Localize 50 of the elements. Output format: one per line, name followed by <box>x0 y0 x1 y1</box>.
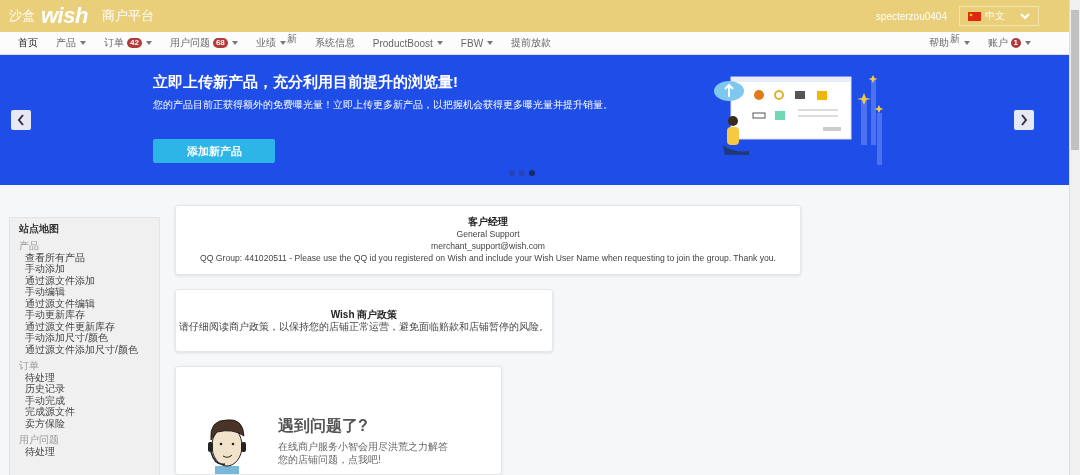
slide-indicator[interactable] <box>509 170 515 176</box>
nav-item[interactable]: 订单 42 <box>104 36 152 50</box>
sitemap-heading: 用户问题 <box>19 434 60 446</box>
help-text: 在线商户服务小智会用尽洪荒之力解答您的店铺问题，点我吧! <box>278 440 449 466</box>
sitemap-link[interactable]: 通过源文件更新库存 <box>19 320 150 332</box>
nav-item[interactable]: 首页 <box>18 36 38 50</box>
sitemap-link[interactable]: 待处理 <box>19 445 150 457</box>
next-slide-button[interactable] <box>1014 110 1034 130</box>
sitemap-heading: 产品 <box>19 240 40 252</box>
card-title: 客户经理 <box>467 216 509 228</box>
qq-group-note: QQ Group: 441020511 - Please use the QQ id you registered on Wish and include your Wish User Name when requesting to join the group. Thank you. <box>199 252 777 264</box>
policy-text: 请仔细阅读商户政策，以保持您的店铺正常运营，避免面临赔款和店铺暂停的风险。 <box>178 321 550 333</box>
sitemap-heading: 订单 <box>19 360 40 372</box>
chevron-right-icon <box>1020 114 1028 126</box>
sandbox-label: 沙盒 <box>9 7 35 25</box>
sitemap-link[interactable]: 完成源文件 <box>19 406 150 418</box>
slide-indicator[interactable] <box>519 170 525 176</box>
banner-title: 立即上传新产品，充分利用目前提升的浏览量! <box>153 73 459 92</box>
chevron-down-icon <box>1020 12 1030 20</box>
flag-icon <box>968 11 981 21</box>
slide-indicator[interactable] <box>529 170 535 176</box>
sitemap-link[interactable]: 手动添加 <box>19 263 150 275</box>
nav-item[interactable]: FBW <box>460 37 494 49</box>
sitemap-title: 站点地图 <box>19 222 60 236</box>
nav-item[interactable]: 用户问题 68 <box>169 36 238 50</box>
sitemap-link[interactable]: 通过源文件编辑 <box>19 297 150 309</box>
help-card[interactable]: 遇到问题了? 在线商户服务小智会用尽洪荒之力解答您的店铺问题，点我吧! <box>175 366 502 475</box>
support-email: merchant_support@wish.com <box>430 240 546 252</box>
sitemap-link[interactable]: 通过源文件添加尺寸/颜色 <box>19 343 150 355</box>
sitemap-link[interactable]: 手动编辑 <box>19 286 150 298</box>
nav-item[interactable]: 提前放款 <box>511 36 552 50</box>
sitemap-link[interactable]: 通过源文件添加 <box>19 274 150 286</box>
card-title: Wish 商户政策 <box>329 309 399 321</box>
nav-item[interactable]: ProductBoost <box>372 37 443 49</box>
chevron-left-icon <box>17 114 25 126</box>
nav-item[interactable]: 系统信息 <box>314 36 355 50</box>
previous-slide-button[interactable] <box>11 110 31 130</box>
sitemap-link[interactable]: 历史记录 <box>19 383 150 395</box>
banner-subtitle: 您的产品目前正获得额外的免费曝光量！立即上传更多新产品，以把握机会获得更多曝光量并提升销量。 <box>153 98 613 112</box>
sitemap-link[interactable]: 手动完成 <box>19 394 150 406</box>
sitemap-link[interactable]: 卖方保险 <box>19 417 150 429</box>
sitemap-link[interactable]: 手动添加尺寸/颜色 <box>19 332 150 344</box>
scrollbar[interactable] <box>1069 0 1080 475</box>
sitemap-link[interactable]: 手动更新库存 <box>19 309 150 321</box>
platform-title: 商户平台 <box>101 7 154 25</box>
sitemap-link[interactable]: 待处理 <box>19 371 150 383</box>
sitemap-link[interactable]: 查看所有产品 <box>19 251 150 263</box>
nav-item[interactable]: 产品 <box>56 36 86 50</box>
nav-item[interactable]: 账户 1 <box>987 36 1031 50</box>
support-name: General Support <box>455 228 521 240</box>
